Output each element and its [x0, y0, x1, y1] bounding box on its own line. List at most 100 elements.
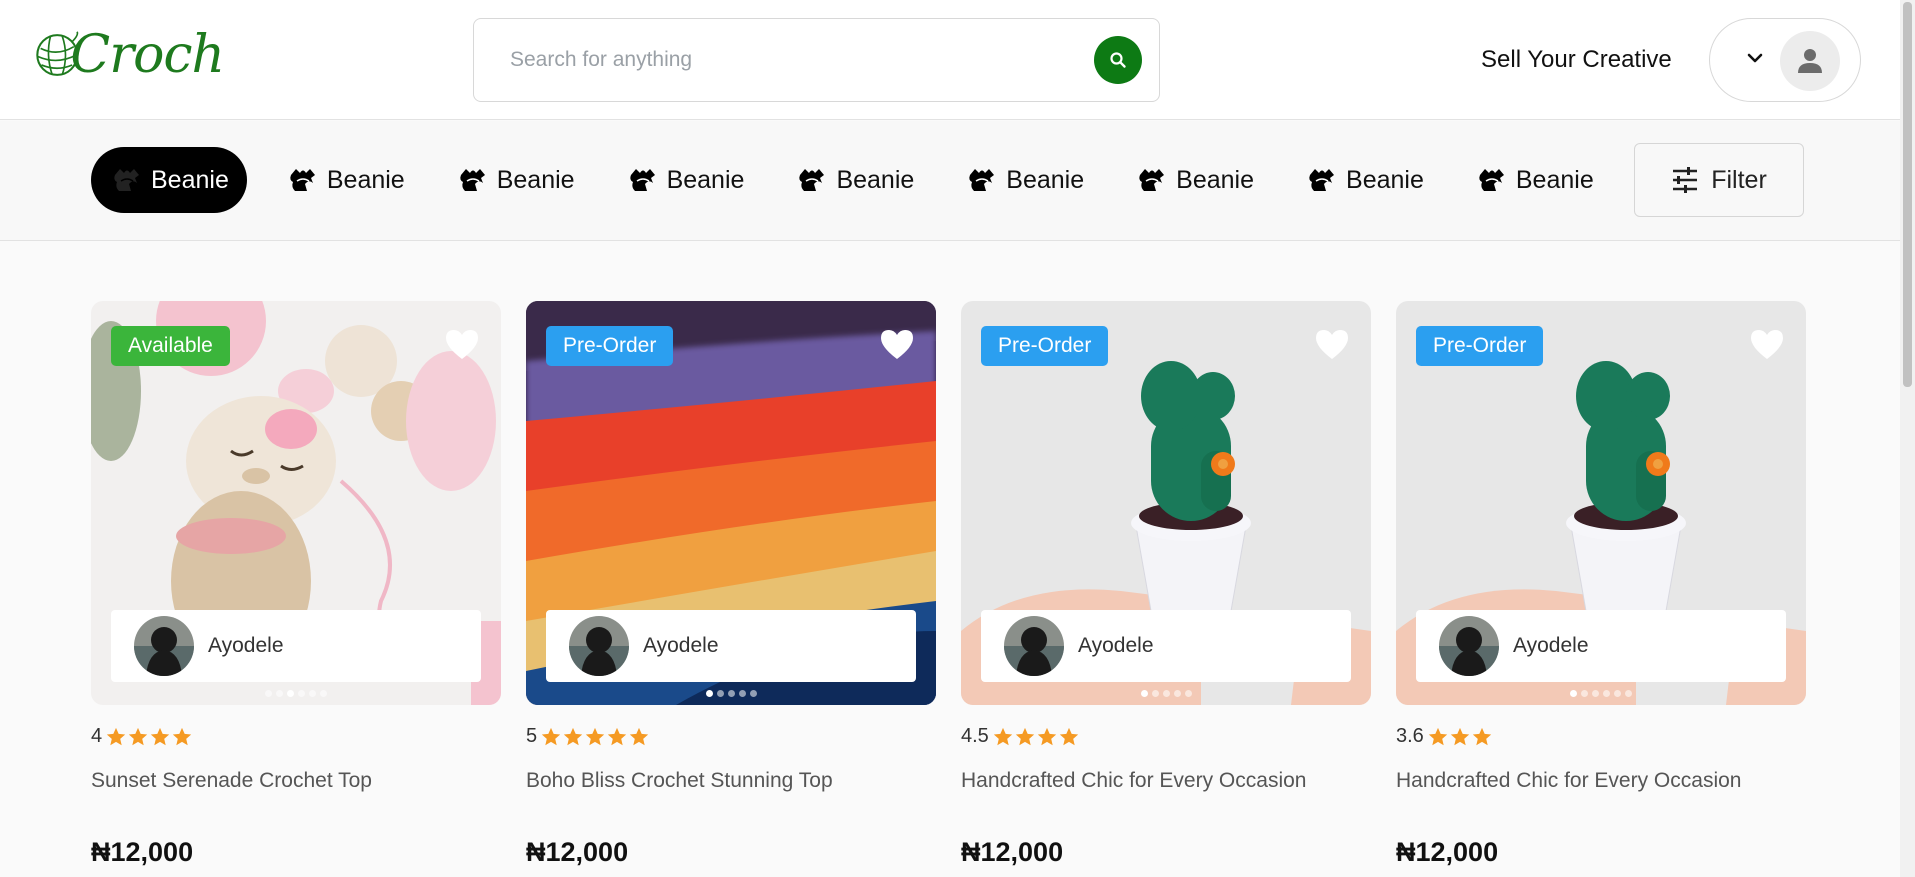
category-chip-beanie[interactable]: Beanie — [1460, 147, 1610, 213]
product-card[interactable]: Pre-Order Ayodele 5 Boho Bliss Crochet S… — [526, 301, 936, 867]
carousel-dot[interactable] — [265, 690, 272, 697]
account-menu-button[interactable] — [1709, 18, 1861, 102]
heart-icon[interactable] — [878, 327, 916, 361]
category-bar: Beanie Beanie Beanie Beanie Beanie Beanie Bean… — [0, 121, 1900, 241]
category-chip-label: Beanie — [666, 165, 745, 194]
search-icon — [1110, 52, 1126, 68]
search-bar — [473, 18, 1160, 102]
product-image[interactable]: Pre-Order Ayodele — [1396, 301, 1806, 705]
product-title[interactable]: Handcrafted Chic for Every Occasion — [961, 769, 1306, 793]
carousel-dot[interactable] — [298, 690, 305, 697]
star-icon — [128, 727, 148, 745]
availability-badge: Pre-Order — [1416, 326, 1544, 366]
category-chip-beanie[interactable]: Beanie — [950, 147, 1100, 213]
star-icon — [106, 727, 126, 745]
availability-badge: Pre-Order — [546, 326, 674, 366]
image-carousel-dots — [91, 690, 501, 697]
seller-avatar — [569, 616, 629, 676]
carousel-dot[interactable] — [716, 690, 724, 697]
seller-info[interactable]: Ayodele — [546, 610, 916, 682]
product-card[interactable]: Available Ayodele 4 Sunset Serenade Croc… — [91, 301, 501, 867]
carousel-dot[interactable] — [727, 690, 735, 697]
croch-logo[interactable]: Croch — [34, 20, 225, 90]
carousel-dot[interactable] — [1614, 690, 1621, 697]
star-icon — [541, 727, 561, 745]
category-chip-label: Beanie — [1346, 165, 1424, 194]
search-button[interactable] — [1094, 36, 1142, 84]
star-icon — [1472, 727, 1491, 745]
carousel-dot[interactable] — [1184, 690, 1192, 697]
category-chip-beanie[interactable]: Beanie — [91, 147, 247, 213]
category-chip-beanie[interactable]: Beanie — [1120, 147, 1270, 213]
star-icon — [585, 727, 605, 745]
product-card[interactable]: Pre-Order Ayodele 3.6 Handcrafted Chic f… — [1396, 301, 1806, 867]
category-chip-beanie[interactable]: Beanie — [1290, 147, 1440, 213]
category-chip-beanie[interactable]: Beanie — [271, 147, 421, 213]
category-chip-label: Beanie — [1515, 165, 1594, 194]
product-title[interactable]: Sunset Serenade Crochet Top — [91, 769, 372, 793]
availability-badge: Available — [111, 326, 230, 366]
seller-name: Ayodele — [1513, 634, 1589, 657]
carousel-dot[interactable] — [276, 690, 283, 697]
carousel-dot[interactable] — [738, 690, 746, 697]
category-chip-beanie[interactable]: Beanie — [441, 147, 591, 213]
carousel-dot[interactable] — [1162, 690, 1170, 697]
beanie-icon — [969, 169, 995, 191]
carousel-dot[interactable] — [1603, 690, 1610, 697]
beanie-icon — [1139, 169, 1165, 191]
product-image[interactable]: Pre-Order Ayodele — [526, 301, 936, 705]
carousel-dot[interactable] — [287, 690, 294, 697]
product-rating: 4.5 — [961, 725, 1080, 748]
carousel-dot[interactable] — [705, 690, 713, 697]
category-chip-beanie[interactable]: Beanie — [611, 147, 761, 213]
carousel-dot[interactable] — [1173, 690, 1181, 697]
product-price: ₦12,000 — [961, 837, 1064, 867]
carousel-dot[interactable] — [1140, 690, 1148, 697]
carousel-dot[interactable] — [1581, 690, 1588, 697]
user-icon — [1798, 49, 1822, 73]
product-image[interactable]: Pre-Order Ayodele — [961, 301, 1371, 705]
product-image[interactable]: Available Ayodele — [91, 301, 501, 705]
beanie-icon — [1309, 169, 1335, 191]
carousel-dot[interactable] — [320, 690, 327, 697]
product-rating: 4 — [91, 725, 193, 748]
star-icon — [172, 727, 192, 745]
carousel-dot[interactable] — [1151, 690, 1159, 697]
star-icon — [1059, 727, 1078, 745]
category-chips: Beanie Beanie Beanie Beanie Beanie Beanie Bean… — [91, 147, 1611, 213]
chevron-down-icon — [1747, 53, 1763, 63]
filter-button[interactable]: Filter — [1634, 143, 1804, 217]
product-title[interactable]: Boho Bliss Crochet Stunning Top — [526, 769, 833, 793]
star-icon — [607, 727, 627, 745]
carousel-dot[interactable] — [1625, 690, 1632, 697]
category-chip-label: Beanie — [1176, 165, 1255, 194]
top-header: Croch Sell Your Creative — [0, 0, 1900, 120]
carousel-dot[interactable] — [309, 690, 316, 697]
beanie-icon — [629, 169, 655, 191]
category-chip-label: Beanie — [836, 165, 915, 194]
product-title[interactable]: Handcrafted Chic for Every Occasion — [1396, 769, 1741, 793]
rating-value: 5 — [526, 725, 538, 747]
category-chip-beanie[interactable]: Beanie — [780, 147, 930, 213]
heart-icon[interactable] — [1748, 327, 1786, 361]
page-scrollbar-thumb[interactable] — [1903, 2, 1912, 387]
user-avatar — [1780, 31, 1840, 91]
carousel-dot[interactable] — [749, 690, 757, 697]
seller-info[interactable]: Ayodele — [111, 610, 481, 682]
search-input[interactable] — [510, 19, 1070, 101]
product-card[interactable]: Pre-Order Ayodele 4.5 Handcrafted Chic f… — [961, 301, 1371, 867]
heart-icon[interactable] — [443, 327, 481, 361]
sell-your-creative-link[interactable]: Sell Your Creative — [1481, 46, 1672, 74]
carousel-dot[interactable] — [1592, 690, 1599, 697]
heart-icon[interactable] — [1313, 327, 1351, 361]
seller-name: Ayodele — [643, 634, 719, 657]
beanie-icon — [460, 169, 485, 191]
seller-info[interactable]: Ayodele — [1416, 610, 1786, 682]
filter-label: Filter — [1711, 165, 1767, 194]
carousel-dot[interactable] — [1570, 690, 1577, 697]
seller-info[interactable]: Ayodele — [981, 610, 1351, 682]
star-icon — [150, 727, 170, 745]
beanie-icon — [1479, 169, 1504, 191]
star-icon — [993, 727, 1012, 745]
category-chip-label: Beanie — [151, 165, 229, 194]
